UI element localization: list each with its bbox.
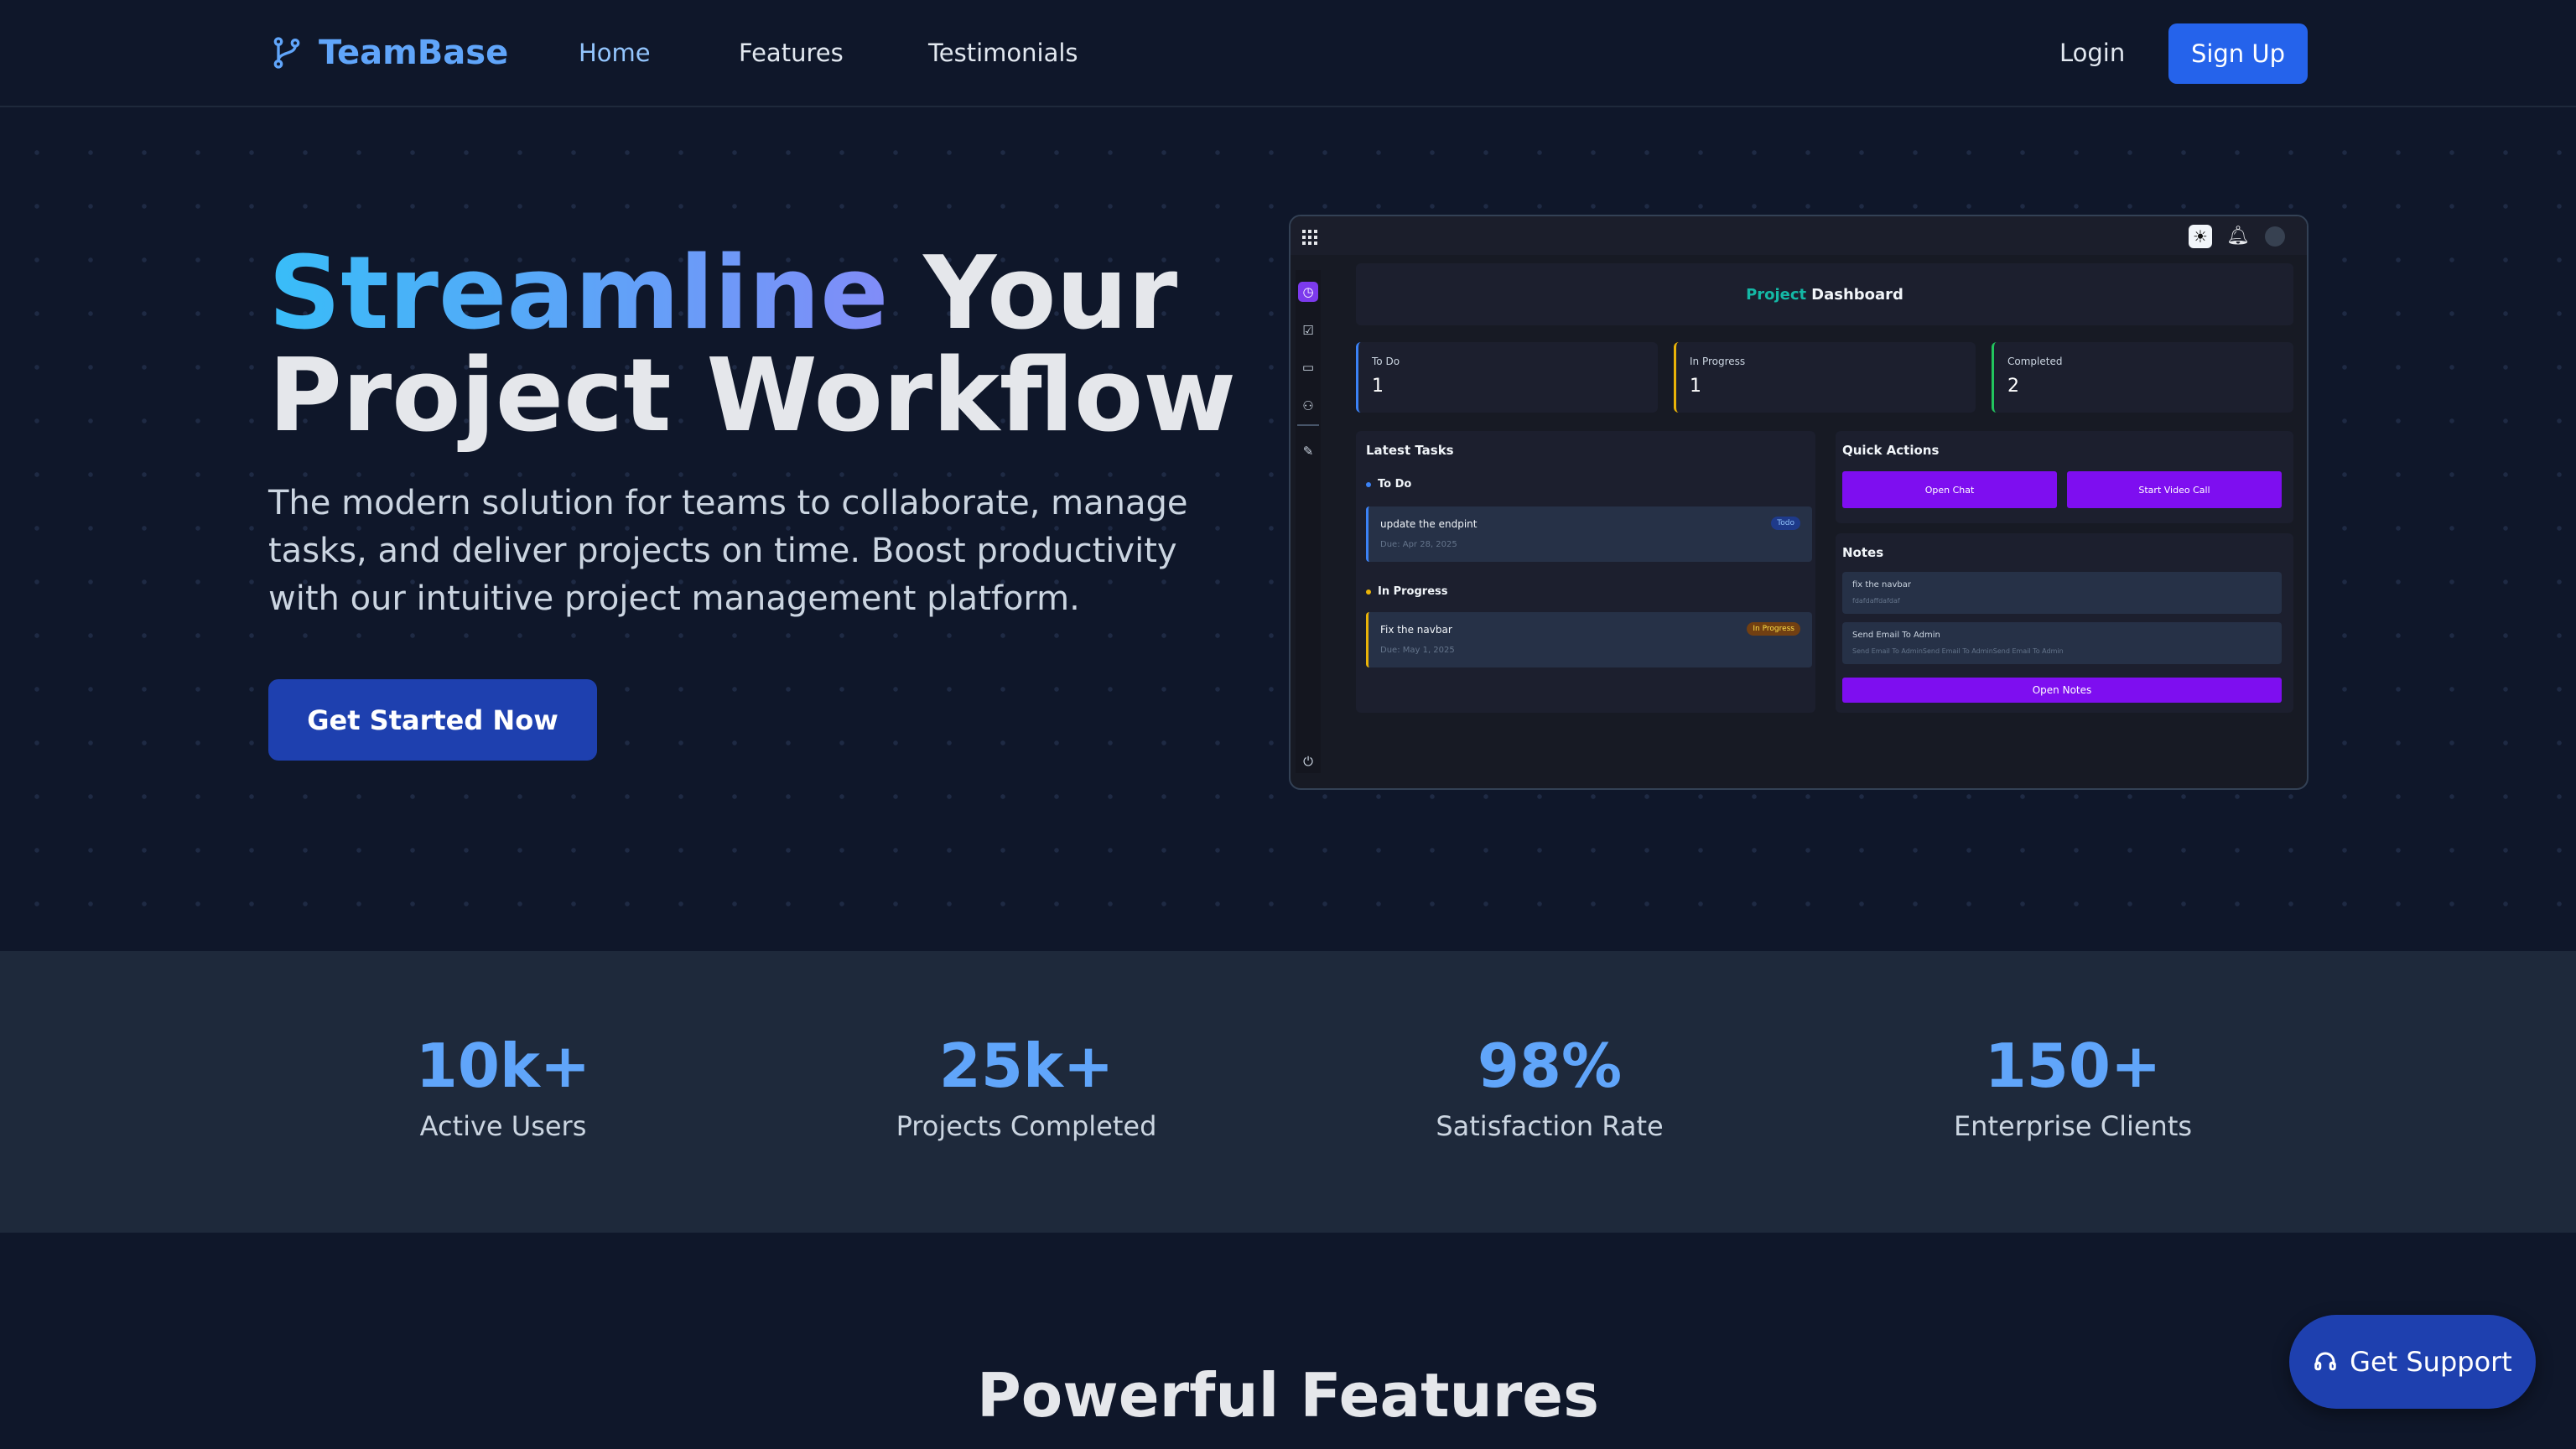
features-section: Powerful Features bbox=[0, 1233, 2576, 1449]
latest-tasks-panel: Latest Tasks To Do update the endpint Du… bbox=[1356, 431, 1815, 713]
theme-toggle-icon: ☀ bbox=[2189, 225, 2212, 248]
signup-button[interactable]: Sign Up bbox=[2168, 23, 2308, 84]
notes-icon: ✎ bbox=[1302, 444, 1314, 459]
features-title: Powerful Features bbox=[977, 1360, 1599, 1431]
stat-satisfaction-rate: 98% Satisfaction Rate bbox=[1436, 1031, 1664, 1142]
dashboard-clock-icon: ◷ bbox=[1298, 282, 1318, 302]
user-icon: ⚇ bbox=[1302, 398, 1314, 413]
dashboard-title: Project Dashboard bbox=[1356, 263, 2293, 325]
note-item[interactable]: Send Email To Admin Send Email To AdminS… bbox=[1842, 622, 2282, 664]
task-card[interactable]: Fix the navbar Due: May 1, 2025 In Progr… bbox=[1366, 612, 1812, 667]
stat-active-users: 10k+ Active Users bbox=[415, 1031, 591, 1142]
brand-logo[interactable]: TeamBase bbox=[270, 34, 508, 72]
status-badge: In Progress bbox=[1747, 622, 1800, 636]
nav-link-testimonials[interactable]: Testimonials bbox=[928, 39, 1078, 67]
hero-subtitle: The modern solution for teams to collabo… bbox=[268, 484, 1188, 618]
get-support-button[interactable]: Get Support bbox=[2289, 1315, 2536, 1409]
notes-panel: Notes fix the navbar fdafdaffdafdaf Send… bbox=[1836, 533, 2293, 713]
nav-link-home[interactable]: Home bbox=[579, 39, 651, 67]
top-navbar: TeamBase Home Features Testimonials Logi… bbox=[0, 0, 2576, 107]
task-card[interactable]: update the endpint Due: Apr 28, 2025 Tod… bbox=[1366, 506, 1812, 562]
bell-icon: 🔔︎ bbox=[2226, 226, 2250, 247]
get-support-label: Get Support bbox=[2350, 1346, 2512, 1378]
stat-card-completed: Completed 2 bbox=[1992, 342, 2293, 413]
stat-projects-completed: 25k+ Projects Completed bbox=[896, 1031, 1157, 1142]
sidebar-divider bbox=[1297, 424, 1319, 426]
headset-icon bbox=[2314, 1352, 2336, 1371]
branch-icon bbox=[273, 37, 300, 69]
chat-icon: ▭ bbox=[1301, 360, 1315, 375]
stat-card-todo: To Do 1 bbox=[1356, 342, 1658, 413]
nav-link-features[interactable]: Features bbox=[739, 39, 844, 67]
login-link[interactable]: Login bbox=[2059, 39, 2125, 67]
start-video-call-button[interactable]: Start Video Call bbox=[2067, 471, 2282, 508]
dashboard-preview: ☀ 🔔︎ ◷ ☑ ▭ ⚇ ✎ ⏻ Project Dashboard To Do … bbox=[1289, 215, 2309, 790]
hero-title: Streamline Your Project Workflow bbox=[268, 243, 1236, 448]
get-started-button[interactable]: Get Started Now bbox=[268, 679, 597, 761]
stat-card-in-progress: In Progress 1 bbox=[1674, 342, 1976, 413]
stats-section: 10k+ Active Users 25k+ Projects Complete… bbox=[0, 951, 2576, 1233]
note-item[interactable]: fix the navbar fdafdaffdafdaf bbox=[1842, 572, 2282, 614]
hero-title-highlight: Streamline bbox=[268, 236, 889, 352]
open-notes-button[interactable]: Open Notes bbox=[1842, 678, 2282, 703]
hero-title-line2: Project Workflow bbox=[268, 338, 1237, 454]
hero-title-line1-rest: Your bbox=[888, 236, 1178, 352]
quick-actions-panel: Quick Actions Open Chat Start Video Call bbox=[1836, 431, 2293, 523]
brand-name: TeamBase bbox=[319, 34, 509, 72]
status-badge: Todo bbox=[1771, 517, 1800, 530]
apps-grid-icon bbox=[1302, 230, 1317, 245]
open-chat-button[interactable]: Open Chat bbox=[1842, 471, 2057, 508]
stat-enterprise-clients: 150+ Enterprise Clients bbox=[1953, 1031, 2193, 1142]
dashboard-topbar: ☀ 🔔︎ bbox=[1291, 216, 2307, 255]
dashboard-sidebar: ◷ ☑ ▭ ⚇ ✎ ⏻ bbox=[1296, 270, 1321, 773]
logout-icon: ⏻ bbox=[1303, 754, 1313, 769]
avatar bbox=[2265, 226, 2285, 247]
tasks-icon: ☑ bbox=[1302, 323, 1314, 338]
